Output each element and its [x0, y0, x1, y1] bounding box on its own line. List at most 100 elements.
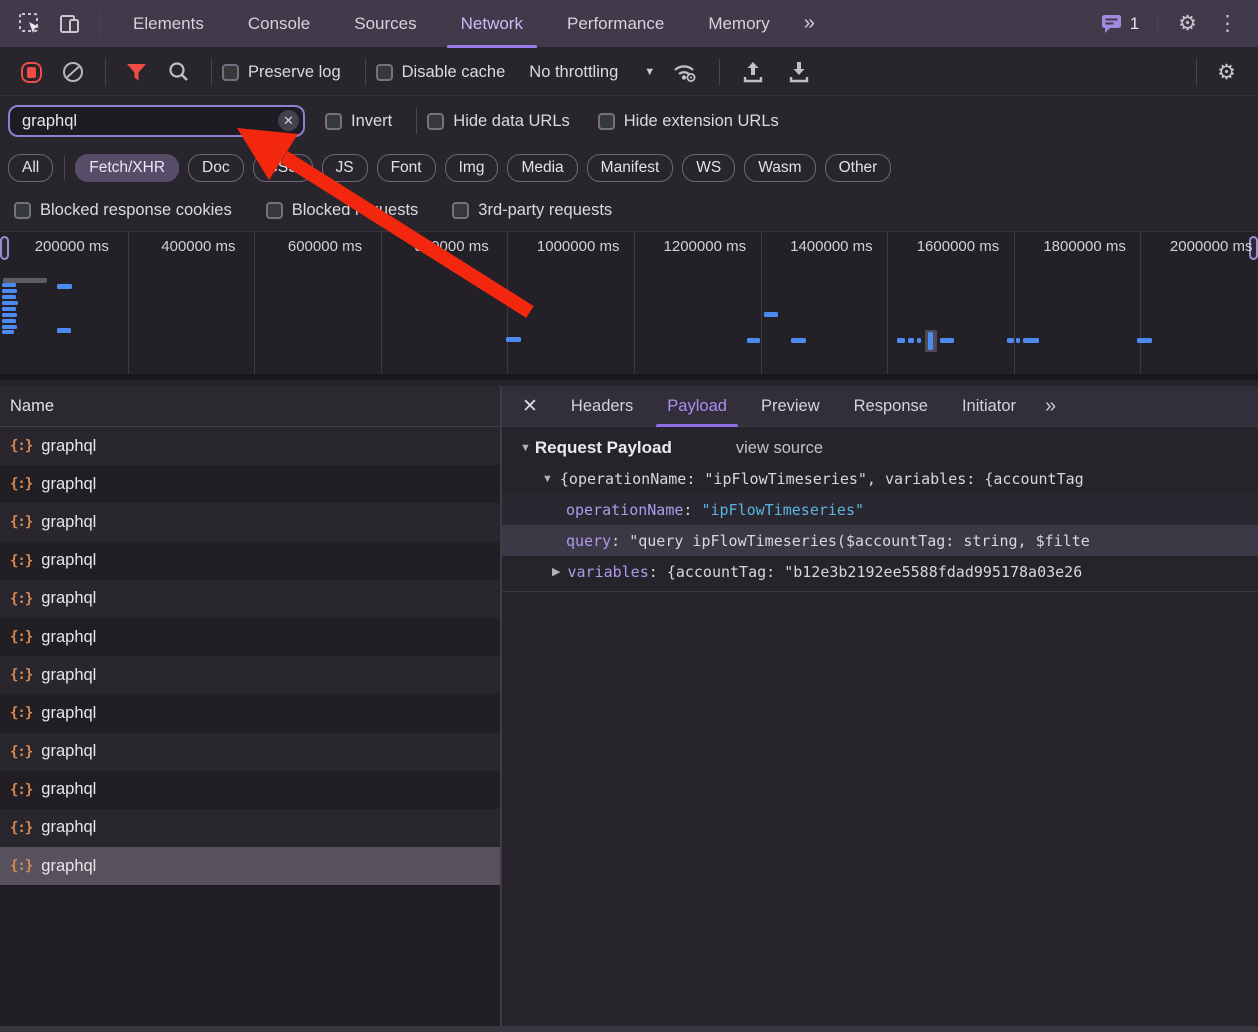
inspect-element-icon[interactable] [10, 12, 50, 36]
blocked-requests-label: Blocked requests [292, 201, 419, 220]
network-settings-gear-icon[interactable]: ⚙ [1207, 60, 1246, 85]
request-name: graphql [41, 857, 96, 876]
timeline-activity-mark [506, 337, 521, 342]
filter-input[interactable] [8, 105, 305, 137]
request-row[interactable]: {:}graphql [0, 580, 500, 618]
detail-tab-headers[interactable]: Headers [554, 386, 650, 427]
timeline-tick-label: 1200000 ms [635, 238, 761, 255]
network-conditions-icon[interactable] [661, 61, 709, 83]
detail-tab-bar: ✕ HeadersPayloadPreviewResponseInitiator… [502, 386, 1258, 427]
kebab-menu-icon[interactable]: ⋮ [1207, 11, 1248, 36]
query-row[interactable]: query: "query ipFlowTimeseries($accountT… [502, 525, 1258, 556]
fetch-xhr-braces-icon: {:} [10, 553, 32, 569]
request-row[interactable]: {:}graphql [0, 618, 500, 656]
tab-network[interactable]: Network [439, 0, 545, 48]
fetch-xhr-braces-icon: {:} [10, 858, 32, 874]
request-row[interactable]: {:}graphql [0, 694, 500, 732]
hide-extension-urls-checkbox[interactable] [598, 113, 615, 130]
timeline-column: 400000 ms [129, 232, 256, 374]
timeline-column: 2000000 ms [1141, 232, 1258, 374]
divider [502, 591, 1258, 592]
operation-name-row[interactable]: operationName: "ipFlowTimeseries" [502, 494, 1258, 525]
hide-data-urls-checkbox[interactable] [427, 113, 444, 130]
blocked-response-cookies-checkbox[interactable] [14, 202, 31, 219]
fetch-xhr-braces-icon: {:} [10, 667, 32, 683]
detail-tab-preview[interactable]: Preview [744, 386, 837, 427]
divider [1196, 59, 1197, 85]
request-row[interactable]: {:}graphql [0, 656, 500, 694]
device-toolbar-icon[interactable] [50, 12, 90, 36]
network-overview-timeline[interactable]: 200000 ms400000 ms600000 ms800000 ms1000… [0, 232, 1258, 380]
filter-chip-font[interactable]: Font [377, 154, 436, 182]
collapsed-triangle-icon[interactable]: ▶ [552, 565, 560, 578]
filter-chip-other[interactable]: Other [825, 154, 892, 182]
tab-elements[interactable]: Elements [111, 0, 226, 48]
detail-tab-payload[interactable]: Payload [650, 386, 744, 427]
payload-key: operationName [566, 501, 683, 519]
request-row[interactable]: {:}graphql [0, 771, 500, 809]
more-detail-tabs-icon[interactable]: » [1033, 395, 1066, 418]
timeline-activity-mark [2, 289, 17, 293]
filter-chip-doc[interactable]: Doc [188, 154, 244, 182]
invert-checkbox[interactable] [325, 113, 342, 130]
timeline-activity-mark [2, 325, 17, 329]
payload-root-row[interactable]: ▼ {operationName: "ipFlowTimeseries", va… [502, 463, 1258, 494]
request-payload-section: ▼ Request Payload view source [502, 427, 1258, 463]
filter-chip-css[interactable]: CSS [253, 154, 313, 182]
settings-gear-icon[interactable]: ⚙ [1168, 11, 1207, 36]
request-row[interactable]: {:}graphql [0, 503, 500, 541]
request-row[interactable]: {:}graphql [0, 542, 500, 580]
timeline-activity-mark [897, 338, 905, 343]
filter-chip-media[interactable]: Media [507, 154, 577, 182]
throttling-value: No throttling [529, 63, 618, 82]
request-row[interactable]: {:}graphql [0, 733, 500, 771]
filter-chip-js[interactable]: JS [322, 154, 368, 182]
tab-memory[interactable]: Memory [686, 0, 791, 48]
tab-console[interactable]: Console [226, 0, 332, 48]
variables-row[interactable]: ▶ variables: {accountTag: "b12e3b2192ee5… [502, 556, 1258, 587]
import-har-icon[interactable] [730, 61, 776, 84]
search-icon[interactable] [157, 61, 201, 83]
filter-chip-ws[interactable]: WS [682, 154, 735, 182]
disable-cache-checkbox[interactable] [376, 64, 393, 81]
message-bubble-icon [1101, 14, 1123, 34]
clear-filter-icon[interactable]: ✕ [278, 110, 299, 131]
request-row[interactable]: {:}graphql [0, 427, 500, 465]
record-network-log-button[interactable] [21, 62, 42, 83]
request-name: graphql [41, 780, 96, 799]
filter-icon[interactable] [116, 64, 157, 81]
view-source-link[interactable]: view source [736, 439, 823, 458]
export-har-icon[interactable] [776, 61, 822, 84]
issues-button[interactable]: 1 [1093, 14, 1147, 34]
detail-tab-response[interactable]: Response [837, 386, 945, 427]
timeline-activity-mark [2, 301, 18, 305]
tab-sources[interactable]: Sources [332, 0, 438, 48]
more-panels-icon[interactable]: » [792, 12, 825, 35]
expand-triangle-icon[interactable]: ▼ [542, 473, 553, 485]
filter-chip-img[interactable]: Img [445, 154, 499, 182]
preserve-log-checkbox[interactable] [222, 64, 239, 81]
divider [211, 59, 212, 85]
detail-tab-initiator[interactable]: Initiator [945, 386, 1033, 427]
timeline-column: 600000 ms [255, 232, 382, 374]
filter-chip-all[interactable]: All [8, 154, 53, 182]
filter-chip-wasm[interactable]: Wasm [744, 154, 815, 182]
clear-network-log-icon[interactable] [51, 61, 95, 83]
filter-chip-fetch-xhr[interactable]: Fetch/XHR [75, 154, 179, 182]
request-row[interactable]: {:}graphql [0, 809, 500, 847]
throttling-dropdown[interactable]: No throttling ▼ [529, 63, 655, 82]
expand-triangle-icon[interactable]: ▼ [520, 442, 531, 454]
blocked-requests-checkbox[interactable] [266, 202, 283, 219]
timeline-activity-mark [57, 284, 72, 289]
request-row[interactable]: {:} graphql [0, 847, 500, 885]
name-column-header[interactable]: Name [0, 386, 500, 427]
network-toolbar: Preserve log Disable cache No throttling… [0, 49, 1258, 96]
filter-chip-manifest[interactable]: Manifest [587, 154, 674, 182]
fetch-xhr-braces-icon: {:} [10, 820, 32, 836]
3rd-party-requests-checkbox[interactable] [452, 202, 469, 219]
close-detail-icon[interactable]: ✕ [502, 395, 554, 418]
timeline-activity-mark [1007, 338, 1014, 343]
request-row[interactable]: {:}graphql [0, 465, 500, 503]
bottom-scrollbar-track[interactable] [0, 1026, 1258, 1032]
tab-performance[interactable]: Performance [545, 0, 686, 48]
